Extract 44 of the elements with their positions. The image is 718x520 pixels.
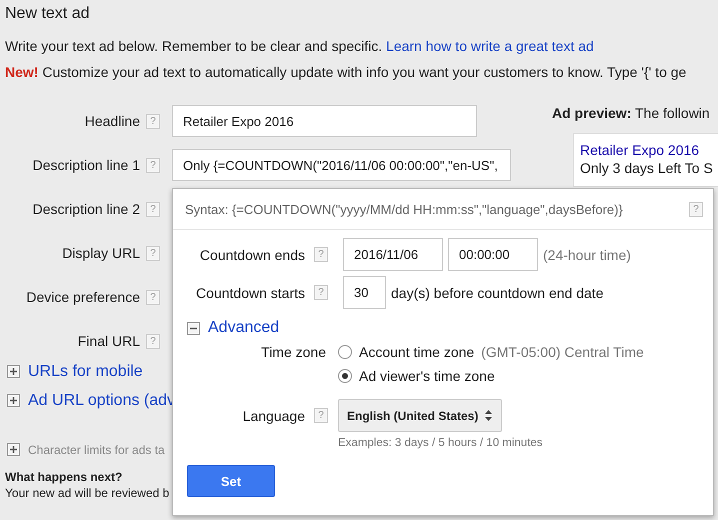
preview-label: Ad preview: <box>552 105 632 121</box>
section-heading: What happens next? <box>5 470 122 484</box>
expand-icon[interactable] <box>7 394 20 407</box>
section-link[interactable]: URLs for mobile <box>28 362 143 380</box>
help-link[interactable]: Learn how to write a great text ad <box>386 38 594 54</box>
language-select[interactable]: English (United States) <box>338 399 502 432</box>
intro-text: Write your text ad below. Remember to be clear and specific. <box>5 38 382 54</box>
field-label: Final URL <box>76 333 140 349</box>
expand-icon[interactable] <box>7 443 20 456</box>
field-label: Device preference <box>25 289 140 305</box>
updown-icon <box>484 409 494 422</box>
date-field[interactable]: 2016/11/06 <box>343 238 443 271</box>
radio-button[interactable] <box>338 345 352 359</box>
page-title: New text ad <box>5 4 90 24</box>
ad-description: Only 3 days Left To S <box>580 160 714 176</box>
collapse-icon[interactable] <box>187 322 200 334</box>
field-label: Time zone <box>260 343 327 362</box>
radio-button[interactable] <box>338 369 352 383</box>
hint-text: (24-hour time) <box>543 246 631 262</box>
field-label: Description line 1 <box>32 157 140 173</box>
expand-icon[interactable] <box>7 365 20 378</box>
hint-text: Examples: 3 days / 5 hours / 10 minutes <box>338 437 544 449</box>
option-detail: (GMT-05:00) Central Time <box>481 344 644 360</box>
days-field[interactable]: 30 <box>343 276 386 309</box>
field-label: Headline <box>84 113 140 129</box>
set-button[interactable]: Set <box>187 465 275 497</box>
syntax-text: Syntax: {=COUNTDOWN("yyyy/MM/dd HH:mm:ss","language",daysBefore)} <box>185 202 623 216</box>
hint-text: day(s) before countdown end date <box>391 284 604 300</box>
ad-headline: Retailer Expo 2016 <box>580 142 700 158</box>
new-label: New! <box>5 64 38 80</box>
body-text: Your new ad will be reviewed b <box>5 486 170 500</box>
field-label: Countdown starts <box>195 284 305 300</box>
option-label[interactable]: Account time zone <box>359 344 474 360</box>
field-label: Language <box>242 408 305 424</box>
option-label[interactable]: Ad viewer's time zone <box>359 368 495 384</box>
notice-text: Customize your ad text to automatically update with info you want your customers to know. Type '{' to ge <box>42 64 686 80</box>
field-label: Description line 2 <box>32 201 140 217</box>
time-field[interactable]: 00:00:00 <box>448 238 538 271</box>
text-field[interactable]: Only {=COUNTDOWN("2016/11/06 00:00:00","en-US", <box>172 149 511 181</box>
field-label: Countdown ends <box>198 246 305 262</box>
preview-text: The followin <box>635 105 710 121</box>
field-label: Display URL <box>61 245 140 261</box>
text-field[interactable]: Retailer Expo 2016 <box>172 105 477 137</box>
advanced-link[interactable]: Advanced <box>208 319 280 337</box>
